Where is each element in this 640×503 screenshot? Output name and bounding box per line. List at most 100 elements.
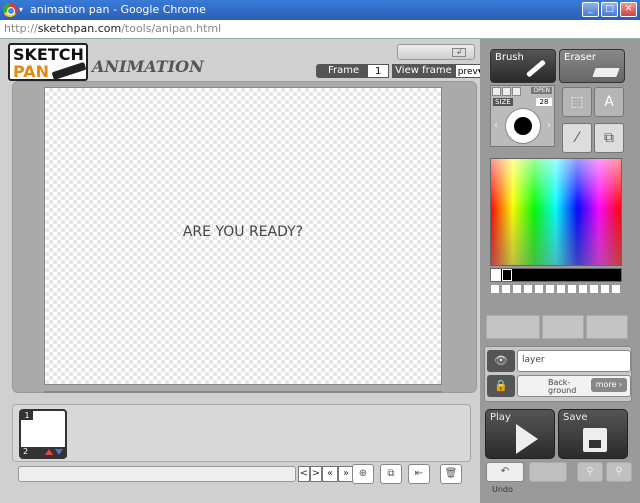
insert-frame-icon[interactable]: ⇤ (408, 464, 430, 484)
view-frame-label: View frame (392, 64, 455, 78)
frame-navigation: < > « » (298, 466, 354, 482)
onion-prev-icon[interactable] (45, 449, 53, 455)
swatch[interactable] (523, 284, 533, 294)
swatch[interactable] (501, 284, 511, 294)
brush-preset-2[interactable] (502, 87, 511, 96)
fill-tool-icon[interactable]: ⬚ (562, 87, 592, 117)
brush-icon (525, 59, 547, 78)
opacity-tab-3[interactable] (586, 315, 628, 339)
drawing-canvas[interactable]: ARE YOU READY? (44, 87, 442, 385)
brush-size-preview (505, 108, 541, 144)
custom-swatches (490, 284, 622, 294)
swatch[interactable] (589, 284, 599, 294)
frame-number-field[interactable]: 1 (367, 64, 390, 78)
opacity-tab-2[interactable] (542, 315, 584, 339)
chrome-icon[interactable] (3, 3, 17, 17)
import-button[interactable]: ↲ (397, 44, 475, 60)
brush-label: Brush (495, 52, 524, 63)
white-swatch[interactable] (491, 269, 501, 281)
background-row[interactable]: 🔒 Back- ground more › (487, 375, 631, 397)
sketchpan-logo: SKETCH PAN (8, 43, 88, 81)
brush-preset-3[interactable] (512, 87, 521, 96)
size-decrease-icon[interactable]: ‹ (494, 120, 498, 131)
address-bar[interactable]: http://sketchpan.com/tools/anipan.html (0, 20, 640, 39)
play-button[interactable]: Play (485, 409, 555, 459)
pin-icon[interactable]: ⚲ (577, 462, 603, 482)
next-frame-button[interactable]: > (310, 466, 322, 482)
pin-icon-2[interactable]: ⚲ (606, 462, 632, 482)
opacity-tabs (486, 315, 628, 339)
add-frame-icon[interactable]: ⊕ (352, 464, 374, 484)
onion-next-icon[interactable] (55, 449, 63, 455)
grayscale-bar[interactable] (490, 268, 622, 282)
eraser-label: Eraser (564, 52, 597, 63)
frame-label: Frame (316, 64, 368, 78)
tool-panel: Brush Eraser OPEN SIZE 28 ‹ › ⬚ A ⁄ ⧉ 👁 … (480, 39, 640, 503)
size-value[interactable]: 28 (536, 98, 552, 106)
opacity-tab-1[interactable] (486, 315, 540, 339)
swatch[interactable] (545, 284, 555, 294)
redo-button[interactable] (529, 462, 567, 482)
brush-size-control: OPEN SIZE 28 ‹ › (490, 85, 555, 147)
swatch[interactable] (567, 284, 577, 294)
eraser-icon (592, 68, 620, 77)
app-area: SKETCH PAN ANIMATION ↲ Frame 1 View fram… (0, 39, 640, 503)
swatch[interactable] (578, 284, 588, 294)
selected-color-swatch[interactable] (502, 269, 512, 281)
url-prefix: http:// (4, 22, 38, 35)
play-icon (516, 424, 538, 454)
brush-button[interactable]: Brush (490, 49, 556, 83)
layer-row[interactable]: 👁 layer (487, 350, 631, 372)
pencil-icon (51, 61, 87, 81)
copy-frame-icon[interactable]: ⧉ (380, 464, 402, 484)
brush-preset-1[interactable] (492, 87, 501, 96)
url-domain: sketchpan.com (37, 22, 122, 35)
lock-icon[interactable]: 🔒 (487, 375, 515, 397)
undo-label: Undo (492, 485, 513, 494)
swatch[interactable] (556, 284, 566, 294)
eyedropper-icon[interactable]: ⁄ (562, 123, 592, 153)
size-label: SIZE (493, 98, 513, 106)
timeline-scrollbar[interactable] (18, 466, 296, 482)
swatch[interactable] (600, 284, 610, 294)
undo-button[interactable]: ↶ (486, 462, 524, 482)
brush-dot (514, 117, 532, 135)
save-button[interactable]: Save (558, 409, 628, 459)
layers-copy-icon[interactable]: ⧉ (594, 123, 624, 153)
disk-icon (583, 428, 607, 452)
text-tool-icon[interactable]: A (594, 87, 624, 117)
more-label: more (595, 380, 617, 389)
color-palette[interactable] (490, 158, 622, 266)
chevron-down-icon[interactable]: ▾ (19, 0, 23, 20)
size-increase-icon[interactable]: › (547, 120, 551, 131)
swatch[interactable] (534, 284, 544, 294)
swatch[interactable] (512, 284, 522, 294)
window-controls: _ □ ✕ (582, 2, 637, 17)
layer-panel: 👁 layer 🔒 Back- ground more › (484, 346, 632, 402)
frame-thumbnail-number: 1 (21, 411, 33, 420)
eraser-button[interactable]: Eraser (559, 49, 625, 83)
maximize-button[interactable]: □ (601, 2, 618, 17)
url-path: /tools/anipan.html (121, 22, 222, 35)
first-frame-button[interactable]: « (322, 466, 338, 482)
window-title: animation pan - Google Chrome (30, 3, 206, 16)
canvas-message: ARE YOU READY? (182, 224, 304, 240)
eye-icon[interactable]: 👁 (487, 350, 515, 372)
swatch[interactable] (611, 284, 621, 294)
canvas-divider (44, 391, 442, 393)
logo-line2: PAN (13, 62, 50, 81)
view-frame-value: prev (457, 67, 478, 77)
frame-thumbnail[interactable]: 1 2 (19, 409, 67, 459)
layer-name: layer (517, 350, 631, 372)
more-button[interactable]: more › (591, 378, 627, 392)
brush-presets (492, 87, 521, 96)
prev-frame-button[interactable]: < (298, 466, 310, 482)
swatch[interactable] (490, 284, 500, 294)
background-label: Back- ground (548, 378, 577, 395)
trash-icon[interactable]: 🗑 (440, 464, 462, 484)
close-button[interactable]: ✕ (620, 2, 637, 17)
save-label: Save (563, 412, 588, 423)
minimize-button[interactable]: _ (582, 2, 599, 17)
canvas-panel: ARE YOU READY? (12, 81, 477, 393)
size-open-button[interactable]: OPEN (531, 87, 552, 94)
